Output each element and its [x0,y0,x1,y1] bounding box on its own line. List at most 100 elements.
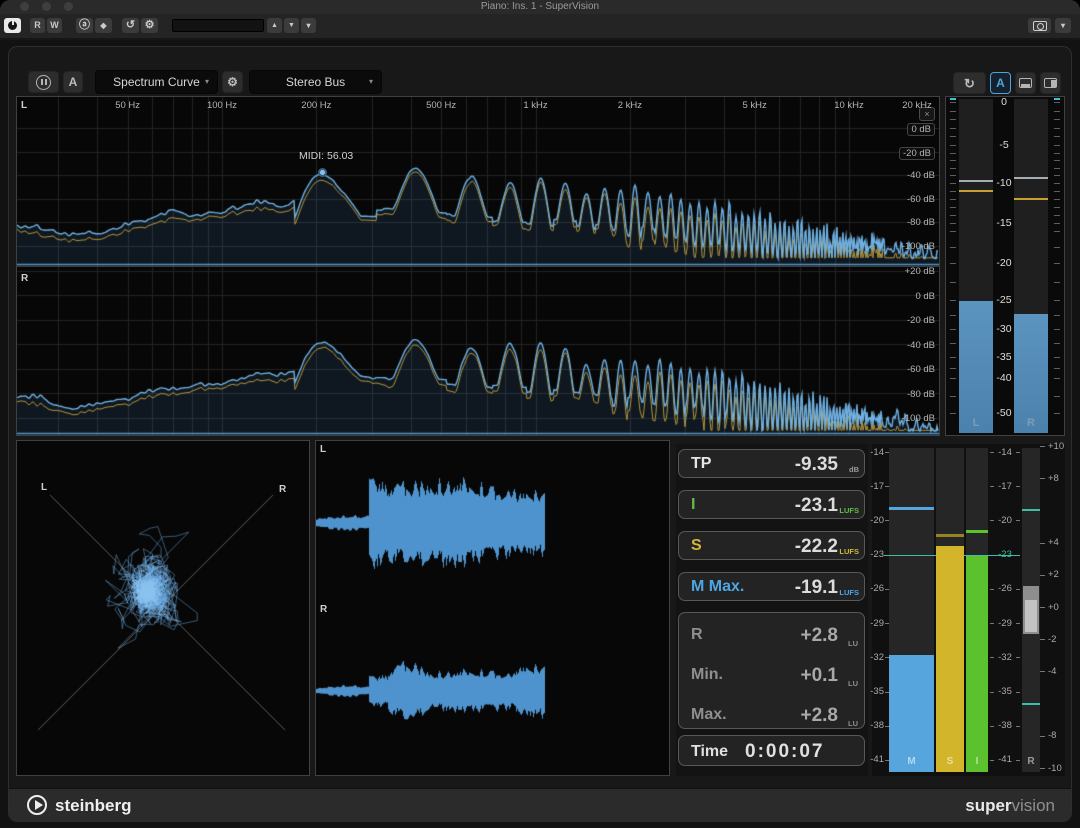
range-row-unit: LU [848,719,858,728]
power-icon [8,20,17,30]
level-meter-panel[interactable]: 0 -5 -10 -15 -20 -25 -30 -35 -40 -50 L R [945,96,1065,436]
gear-icon: ⚙ [227,75,238,89]
freq-tick-label: 5 kHz [742,100,767,111]
loudness-mid-scale-label: -20 [998,514,1012,526]
db-tick-label: -100 dB [901,413,935,424]
bypass-button[interactable]: ↺ [122,18,139,33]
db-tick-label: -20 dB [907,315,935,326]
loudness-row-label: I [691,496,696,513]
waveform-canvas[interactable] [316,441,669,775]
traffic-zoom-button[interactable] [64,2,73,11]
loudness-row-unit: LUFS [839,506,859,515]
range-tick [1040,768,1045,769]
window-menu-button[interactable]: ▾ [1055,18,1071,33]
loudness-row-unit: dB [849,465,859,474]
vectorscope-right-label: R [279,484,287,495]
range-scale-label: -10 [1048,762,1062,774]
loudness-scale-label: -20 [870,514,884,526]
previous-preset-button[interactable]: ▲ [267,18,282,33]
supervision-window: Piano: Ins. 1 - SuperVision R W ⓐ ◆ ↺ ⚙ … [0,0,1080,828]
loudness-mid-scale-label: -41 [998,754,1012,766]
range-scale-label: +4 [1048,537,1059,549]
meter-tick [950,281,956,283]
circled-a-icon: ⓐ [79,19,90,31]
range-scale-label: -2 [1048,633,1057,645]
traffic-minimize-button[interactable] [42,2,51,11]
loudness-tick [885,486,889,488]
spectrum-canvas-left[interactable] [17,97,939,266]
meter-peak-hold-line [1014,176,1048,179]
next-preset-button[interactable]: ▼ [284,18,299,33]
loudness-row-unit: LUFS [839,588,859,597]
product-bold: super [965,796,1012,815]
loudness-tick [885,452,889,453]
loudness-max-line [966,529,988,533]
pause-button[interactable] [28,71,59,93]
loudness-max-line [889,506,934,510]
traffic-close-button[interactable] [20,2,29,11]
meter-tick [950,167,956,169]
meter-tick [1054,413,1060,414]
meter-tick [950,160,956,162]
preset-nav-icon-button[interactable]: ◆ [95,18,112,33]
loudness-mid-scale-label: -35 [998,686,1012,698]
freq-tick-label: 200 Hz [301,100,332,111]
peak-marker[interactable] [318,168,327,177]
loudness-meter-panel[interactable]: -14 -14 -17 -17 -20 -20 -23 -23 -26 -26 -29 -29 -32-… [870,440,1065,776]
preset-menu-button[interactable]: ▾ [301,18,316,33]
read-automation-button[interactable]: R [30,18,45,33]
range-row-unit: LU [848,639,858,648]
loudness-max-line [936,534,964,538]
loudness-readout-panel: TP -9.35 dB I -23.1 LUFS S -22.2 LUFS M Max. -19.1… [676,444,868,776]
loudness-row-label: TP [691,455,712,472]
preset-name-input[interactable] [172,19,264,32]
layout-split-vertical-button[interactable] [1040,72,1061,94]
spectrum-canvas-right[interactable] [17,267,939,435]
layout-split-horizontal-button[interactable] [1015,72,1036,94]
loudness-tick [1016,452,1020,453]
range-tick [1040,671,1045,673]
write-automation-button[interactable]: W [47,18,62,33]
meter-tick [950,145,956,146]
range-threshold-mark [1022,509,1040,512]
freq-tick-label: 20 kHz [902,100,932,111]
ab-compare-button[interactable]: A [990,72,1011,94]
loudness-bar-fill [936,545,964,772]
loudness-tick [1016,588,1020,590]
range-row-value: +2.8 [800,625,838,646]
loudness-mid-scale-label: -26 [998,583,1012,595]
waveform-channel-label-left: L [320,444,327,455]
reset-button[interactable]: ↻ [953,72,986,94]
range-scale-label: -8 [1048,730,1057,742]
module-select[interactable]: Spectrum Curve ▾ [95,70,218,94]
loudness-display-row: I -23.1 LUFS [678,490,865,519]
product-logo: supervision [965,796,1055,816]
meter-tick [950,191,956,192]
range-tick [1040,574,1045,576]
loudness-row-label: M Max. [691,578,745,595]
loudness-display-rows: TP -9.35 dB I -23.1 LUFS S -22.2 LUFS M Max. -19.1… [676,444,868,608]
loudness-mid-scale-label: -38 [998,720,1012,732]
snapshot-button[interactable] [1028,18,1051,33]
db-tick-label: -60 dB [907,364,935,375]
chevron-down-icon: ▾ [306,20,311,30]
meter-tick [1054,300,1060,301]
meter-tick [950,199,956,200]
meter-peak-hold-line [959,179,993,182]
range-row-label: Min. [691,666,723,683]
loudness-scale-label: -32 [870,651,884,663]
meter-tick [1054,145,1060,146]
hold-a-button[interactable]: A [63,71,83,93]
switch-ab-button[interactable]: ⓐ [76,18,93,33]
meter-tick [1054,396,1060,397]
plugin-power-button[interactable] [4,18,21,33]
freq-tick-label: 100 Hz [206,100,238,111]
module-settings-button[interactable]: ⚙ [222,71,243,93]
meter-tick [950,110,956,112]
freq-tick-label: 500 Hz [426,100,457,111]
plugin-settings-button[interactable]: ⚙ [141,18,158,33]
source-select[interactable]: Stereo Bus ▾ [249,70,382,94]
range-scale-label: +10 [1048,440,1065,452]
vectorscope-canvas[interactable] [17,441,309,775]
product-light: vision [1011,796,1055,815]
